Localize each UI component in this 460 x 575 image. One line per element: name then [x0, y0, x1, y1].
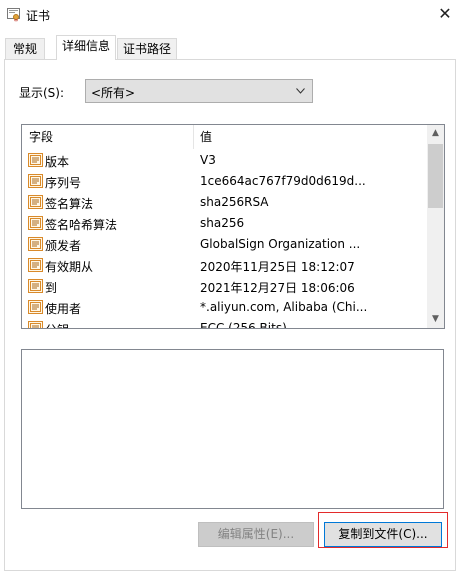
field-name: 到: [45, 281, 58, 295]
certificate-field-icon: [28, 321, 43, 328]
column-header-value[interactable]: 值: [200, 125, 212, 149]
close-button[interactable]: ✕: [430, 0, 460, 30]
list-item[interactable]: 签名算法 sha256RSA: [22, 192, 426, 213]
field-value: sha256: [200, 216, 245, 230]
list-item[interactable]: 版本 V3: [22, 150, 426, 171]
certificate-icon: [7, 8, 20, 22]
list-item[interactable]: 序列号 1ce664ac767f79d0d619d...: [22, 171, 426, 192]
tab-certification-path[interactable]: 证书路径: [117, 38, 177, 60]
title-bar: 证书 ✕: [0, 0, 460, 30]
field-detail-box[interactable]: [21, 349, 444, 509]
field-value: 2020年11月25日 18:12:07: [200, 260, 355, 274]
list-item[interactable]: 公钥 ECC (256 Bits): [22, 318, 426, 329]
field-value: *.aliyun.com, Alibaba (Chi...: [200, 300, 368, 314]
certificate-field-icon: [28, 153, 43, 167]
chevron-down-icon: [296, 88, 305, 94]
field-value: GlobalSign Organization ...: [200, 237, 361, 251]
highlight-box: [318, 512, 448, 548]
field-name: 颁发者: [45, 239, 82, 253]
column-header-field[interactable]: 字段: [29, 125, 53, 149]
show-label: 显示(S):: [19, 86, 65, 100]
show-dropdown-value: <所有>: [91, 86, 136, 100]
list-item[interactable]: 签名哈希算法 sha256: [22, 213, 426, 234]
certificate-field-icon: [28, 258, 43, 272]
tab-general[interactable]: 常规: [5, 38, 45, 60]
field-name: 序列号: [45, 176, 82, 190]
certificate-field-icon: [28, 279, 43, 293]
certificate-field-icon: [28, 195, 43, 209]
scroll-up-icon[interactable]: ▲: [427, 125, 444, 142]
field-name: 版本: [45, 155, 70, 169]
list-item[interactable]: 到 2021年12月27日 18:06:06: [22, 276, 426, 297]
field-value: V3: [200, 153, 216, 167]
field-name: 公钥: [45, 321, 69, 328]
list-item[interactable]: 颁发者 GlobalSign Organization ...: [22, 234, 426, 255]
scroll-down-icon[interactable]: ▼: [427, 311, 444, 328]
list-item[interactable]: 使用者 *.aliyun.com, Alibaba (Chi...: [22, 297, 426, 318]
field-name: 有效期从: [45, 260, 94, 274]
list-scrollbar[interactable]: ▲ ▼: [427, 125, 444, 328]
column-separator[interactable]: [193, 125, 194, 149]
field-name: 签名算法: [45, 197, 94, 211]
field-name: 签名哈希算法: [45, 218, 118, 232]
field-value: 1ce664ac767f79d0d619d...: [200, 174, 366, 188]
tab-details[interactable]: 详细信息: [56, 35, 116, 60]
certificate-field-icon: [28, 174, 43, 188]
field-value: ECC (256 Bits): [200, 321, 287, 329]
certificate-field-list[interactable]: 字段 值 版本 V3 序列号 1ce664ac767f79d0d619d... 签名算法…: [21, 124, 445, 329]
edit-properties-button[interactable]: 编辑属性(E)...: [198, 522, 314, 547]
field-value: sha256RSA: [200, 195, 269, 209]
show-dropdown[interactable]: <所有>: [85, 79, 313, 103]
field-value: 2021年12月27日 18:06:06: [200, 281, 355, 295]
certificate-field-icon: [28, 216, 43, 230]
scrollbar-thumb[interactable]: [428, 144, 443, 208]
certificate-field-icon: [28, 300, 43, 314]
certificate-field-icon: [28, 237, 43, 251]
window-title: 证书: [26, 9, 51, 23]
field-name: 使用者: [45, 302, 82, 316]
list-item[interactable]: 有效期从 2020年11月25日 18:12:07: [22, 255, 426, 276]
